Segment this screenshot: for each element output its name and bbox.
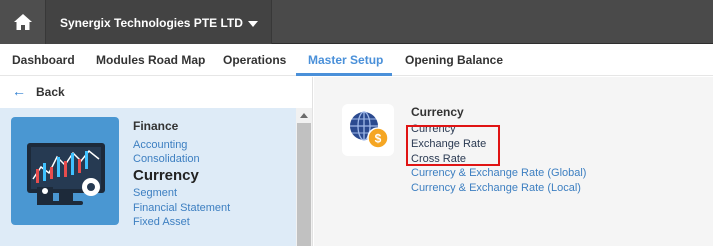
- home-icon: [13, 14, 32, 30]
- scroll-up-arrow-icon[interactable]: [300, 113, 308, 118]
- sidebar-scrollbar[interactable]: [296, 108, 312, 246]
- finance-module-card[interactable]: Finance Accounting Consolidation Currenc…: [0, 108, 296, 246]
- active-tab-indicator: [296, 73, 392, 76]
- currency-icon-tile: $: [342, 104, 394, 156]
- finance-monitor-icon: [11, 117, 119, 225]
- link-currency-exchange-rate-global[interactable]: Currency & Exchange Rate (Global): [411, 167, 586, 179]
- top-bar: Synergix Technologies PTE LTD: [0, 0, 713, 44]
- svg-text:$: $: [375, 132, 382, 146]
- back-label: Back: [36, 85, 65, 99]
- finance-link-segment[interactable]: Segment: [133, 187, 177, 199]
- company-name: Synergix Technologies PTE LTD: [60, 16, 243, 30]
- globe-dollar-icon: $: [350, 111, 389, 149]
- back-button[interactable]: ← Back: [0, 77, 313, 107]
- tab-master-setup[interactable]: Master Setup: [308, 44, 383, 76]
- finance-link-accounting[interactable]: Accounting: [133, 139, 187, 151]
- tab-dashboard[interactable]: Dashboard: [12, 44, 75, 76]
- finance-link-consolidation[interactable]: Consolidation: [133, 153, 200, 165]
- tab-modules-road-map[interactable]: Modules Road Map: [96, 44, 205, 76]
- finance-link-currency-current[interactable]: Currency: [133, 167, 199, 184]
- main-tabs: Dashboard Modules Road Map Operations Ma…: [0, 44, 713, 76]
- content-panel: $ Currency Currency Exchange Rate Cross …: [314, 77, 713, 246]
- home-button[interactable]: [0, 0, 46, 44]
- arrow-left-icon: ←: [12, 83, 26, 99]
- tab-operations[interactable]: Operations: [223, 44, 286, 76]
- caret-down-icon[interactable]: [248, 21, 258, 27]
- currency-section-title: Currency: [411, 105, 464, 119]
- scrollbar-thumb[interactable]: [297, 123, 311, 246]
- finance-title: Finance: [133, 119, 179, 133]
- link-currency-exchange-rate-local[interactable]: Currency & Exchange Rate (Local): [411, 182, 581, 194]
- module-sidebar: ← Back Finance Accounting Consolidation …: [0, 77, 313, 246]
- finance-link-fixed-asset[interactable]: Fixed Asset: [133, 216, 190, 228]
- tab-opening-balance[interactable]: Opening Balance: [405, 44, 503, 76]
- highlight-annotation-box: [406, 125, 500, 166]
- company-selector[interactable]: Synergix Technologies PTE LTD: [46, 0, 272, 44]
- finance-link-financial-statement[interactable]: Financial Statement: [133, 202, 230, 214]
